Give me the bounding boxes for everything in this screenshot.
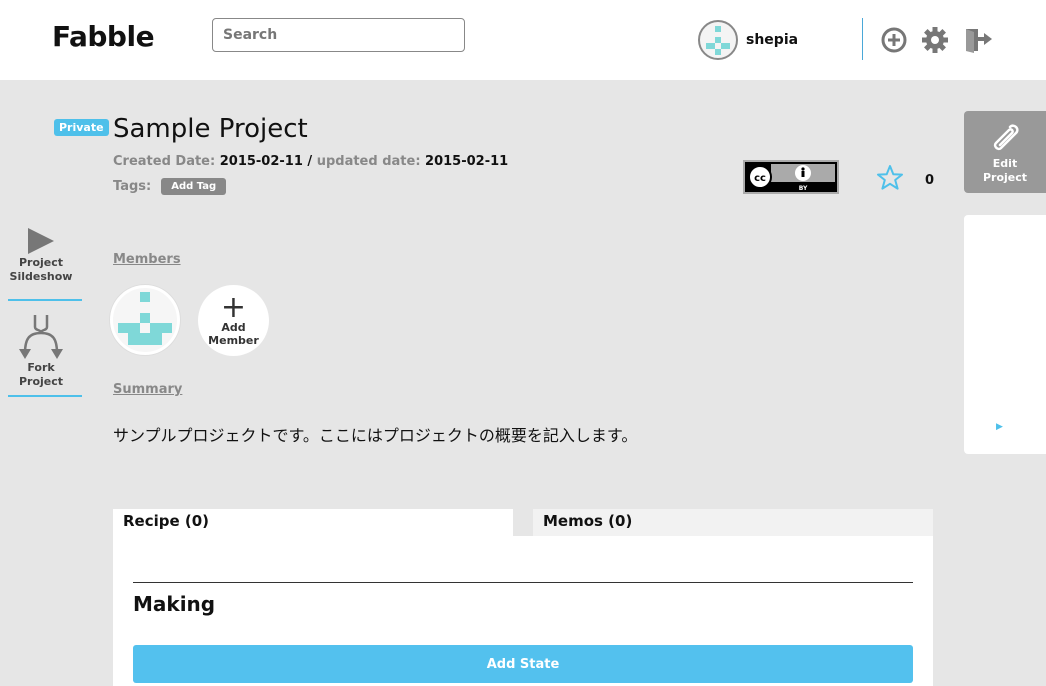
- star-icon[interactable]: [876, 164, 904, 192]
- gear-icon[interactable]: [920, 25, 950, 55]
- project-title: Sample Project: [113, 114, 308, 144]
- tab-recipe[interactable]: Recipe (0): [113, 509, 513, 536]
- fork-icon: [19, 315, 63, 359]
- side-divider: [8, 299, 82, 301]
- slideshow-label-line2: Sildeshow: [9, 270, 73, 283]
- updated-date-value: 2015-02-11: [425, 154, 509, 169]
- private-badge: Private: [54, 119, 109, 136]
- star-count: 0: [925, 173, 935, 188]
- username[interactable]: shepia: [746, 32, 798, 48]
- top-header: Fabble shepia: [0, 0, 1046, 80]
- identicon-icon: [118, 292, 172, 345]
- fork-project-button[interactable]: Fork Project: [0, 313, 82, 389]
- cc-by-icon: cc BY: [745, 162, 837, 192]
- user-menu[interactable]: shepia: [698, 20, 798, 60]
- summary-text: サンプルプロジェクトです。ここにはプロジェクトの概要を記入します。: [113, 426, 638, 445]
- making-heading: Making: [133, 592, 216, 616]
- add-member-button[interactable]: + Add Member: [198, 285, 269, 356]
- section-divider: [133, 582, 913, 583]
- paperclip-icon: [993, 124, 1019, 151]
- slideshow-label-line1: Project: [18, 256, 64, 269]
- add-member-label-line1: Add: [221, 320, 246, 334]
- member-avatar[interactable]: [110, 285, 180, 355]
- edit-project-label-line1: Edit: [992, 157, 1018, 170]
- avatar[interactable]: [698, 20, 738, 60]
- created-date-value: 2015-02-11: [219, 154, 303, 169]
- tags-label: Tags:: [113, 179, 152, 194]
- logo[interactable]: Fabble: [52, 20, 155, 53]
- license-badge[interactable]: cc BY: [743, 160, 839, 194]
- svg-text:cc: cc: [754, 173, 766, 184]
- side-divider: [8, 395, 82, 397]
- tags-row: Tags: Add Tag: [113, 178, 227, 195]
- add-member-label-line2: Member: [208, 333, 259, 347]
- add-circle-icon[interactable]: [879, 25, 909, 55]
- logout-icon[interactable]: [962, 25, 992, 55]
- add-state-button[interactable]: Add State: [133, 645, 913, 683]
- edit-project-button[interactable]: Edit Project: [964, 111, 1046, 193]
- header-divider: [862, 18, 863, 60]
- expand-arrow-icon[interactable]: ▶: [996, 422, 1003, 432]
- plus-icon: +: [220, 289, 247, 325]
- fork-label-line2: Project: [18, 375, 64, 388]
- side-action-panel: [964, 215, 1046, 454]
- search-input[interactable]: [212, 18, 465, 52]
- date-separator: /: [307, 154, 313, 169]
- svg-text:BY: BY: [799, 185, 808, 192]
- created-date-label: Created Date:: [113, 154, 216, 169]
- identicon-icon: [706, 26, 730, 55]
- play-icon: [28, 228, 54, 254]
- summary-label[interactable]: Summary: [113, 382, 182, 397]
- members-label[interactable]: Members: [113, 252, 181, 267]
- fork-label-line1: Fork: [27, 361, 55, 374]
- edit-project-label-line2: Project: [982, 171, 1028, 184]
- slideshow-button[interactable]: Project Sildeshow: [0, 226, 82, 284]
- add-tag-button[interactable]: Add Tag: [161, 178, 227, 195]
- tab-memos[interactable]: Memos (0): [533, 509, 933, 536]
- updated-date-label: updated date:: [316, 154, 421, 169]
- project-dates: Created Date: 2015-02-11 / updated date:…: [113, 154, 508, 169]
